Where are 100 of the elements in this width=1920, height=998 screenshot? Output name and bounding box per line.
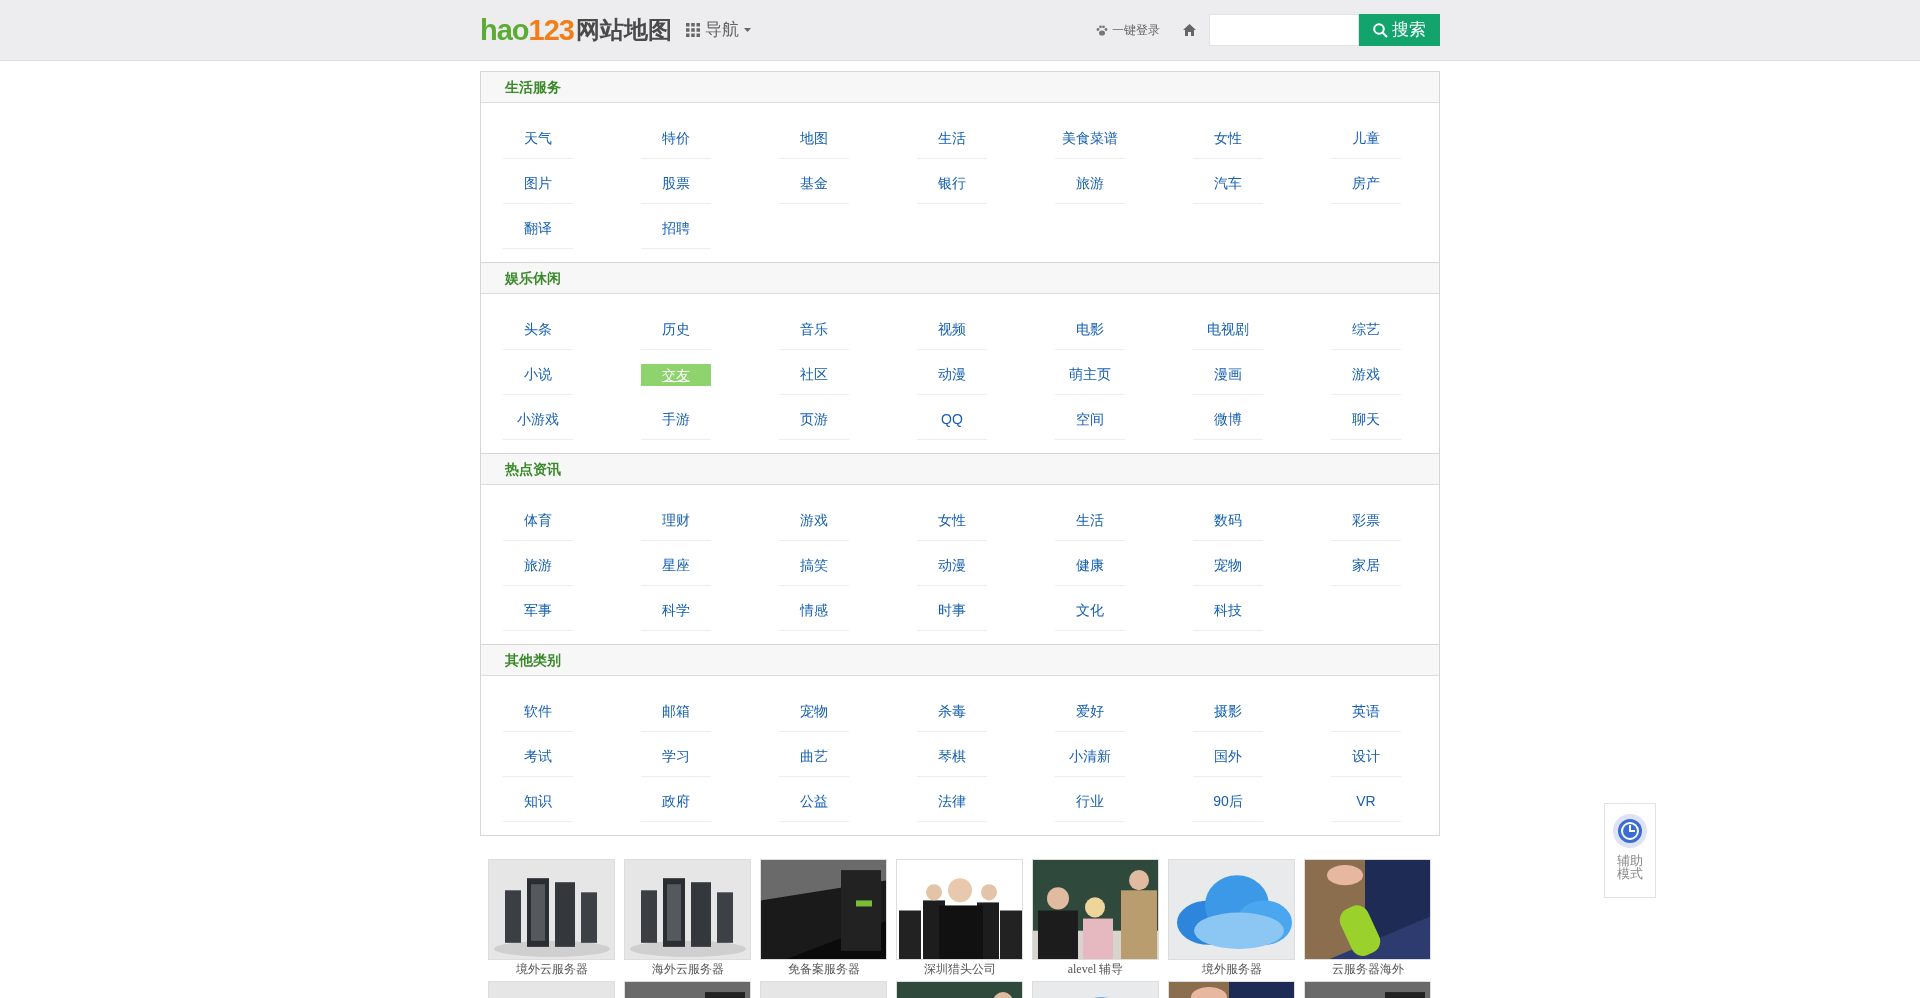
paw-icon: [1096, 24, 1108, 36]
section-title: 生活服务: [505, 77, 561, 97]
category-link[interactable]: 音乐: [779, 310, 849, 350]
category-link[interactable]: 设计: [1331, 737, 1401, 777]
category-link[interactable]: 政府: [641, 782, 711, 822]
ad-caption[interactable]: 海外云服务器: [651, 961, 724, 977]
section-title: 其他类别: [505, 650, 561, 670]
category-link[interactable]: 旅游: [503, 546, 573, 586]
category-link[interactable]: 空间: [1055, 400, 1125, 440]
category-link[interactable]: 动漫: [917, 355, 987, 395]
category-link[interactable]: 软件: [503, 692, 573, 732]
category-link[interactable]: 体育: [503, 501, 573, 541]
category-link[interactable]: 美食菜谱: [1055, 119, 1125, 159]
category-link[interactable]: 翻译: [503, 209, 573, 249]
category-link[interactable]: 邮箱: [641, 692, 711, 732]
clock-icon: [1613, 814, 1647, 848]
category-link[interactable]: 家居: [1331, 546, 1401, 586]
category-link[interactable]: 汽车: [1193, 164, 1263, 204]
section-title: 娱乐休闲: [505, 268, 561, 288]
nav-menu-button[interactable]: 导航: [685, 17, 751, 43]
category-link[interactable]: 女性: [917, 501, 987, 541]
category-link[interactable]: 电视剧: [1193, 310, 1263, 350]
category-link[interactable]: 科技: [1193, 591, 1263, 631]
category-link[interactable]: 儿童: [1331, 119, 1401, 159]
category-link[interactable]: 微博: [1193, 400, 1263, 440]
category-link[interactable]: 生活: [917, 119, 987, 159]
category-link[interactable]: 考试: [503, 737, 573, 777]
category-link[interactable]: 股票: [641, 164, 711, 204]
category-link[interactable]: 宠物: [1193, 546, 1263, 586]
category-link[interactable]: 行业: [1055, 782, 1125, 822]
category-link[interactable]: 银行: [917, 164, 987, 204]
category-link[interactable]: 天气: [503, 119, 573, 159]
category-link[interactable]: 社区: [779, 355, 849, 395]
category-link[interactable]: 萌主页: [1055, 355, 1125, 395]
category-link[interactable]: 房产: [1331, 164, 1401, 204]
category-link[interactable]: 小说: [503, 355, 573, 395]
ad-caption[interactable]: 境外服务器: [1201, 961, 1262, 977]
category-link[interactable]: 特价: [641, 119, 711, 159]
category-link[interactable]: 理财: [641, 501, 711, 541]
category-link[interactable]: 琴棋: [917, 737, 987, 777]
home-icon[interactable]: [1183, 24, 1196, 36]
category-link[interactable]: VR: [1331, 782, 1401, 822]
category-link[interactable]: 摄影: [1193, 692, 1263, 732]
category-link[interactable]: 聊天: [1331, 400, 1401, 440]
category-link[interactable]: 基金: [779, 164, 849, 204]
category-link[interactable]: 头条: [503, 310, 573, 350]
category-link[interactable]: 动漫: [917, 546, 987, 586]
category-link[interactable]: 知识: [503, 782, 573, 822]
category-link[interactable]: 旅游: [1055, 164, 1125, 204]
login-link[interactable]: 一键登录: [1096, 21, 1160, 39]
category-link[interactable]: 漫画: [1193, 355, 1263, 395]
category-link[interactable]: 游戏: [1331, 355, 1401, 395]
category-link[interactable]: 地图: [779, 119, 849, 159]
category-link[interactable]: 女性: [1193, 119, 1263, 159]
section-title: 热点资讯: [505, 459, 561, 479]
category-link[interactable]: 招聘: [641, 209, 711, 249]
category-link[interactable]: 星座: [641, 546, 711, 586]
category-link[interactable]: 电影: [1055, 310, 1125, 350]
category-link[interactable]: 游戏: [779, 501, 849, 541]
category-link[interactable]: 曲艺: [779, 737, 849, 777]
search-field[interactable]: [1209, 14, 1359, 46]
category-link[interactable]: 法律: [917, 782, 987, 822]
search-icon: [1373, 22, 1388, 38]
category-link[interactable]: 学习: [641, 737, 711, 777]
category-link[interactable]: 历史: [641, 310, 711, 350]
ad-caption[interactable]: 境外云服务器: [515, 961, 588, 977]
category-link[interactable]: 情感: [779, 591, 849, 631]
caret-icon: [743, 28, 751, 32]
category-link[interactable]: 宠物: [779, 692, 849, 732]
category-link[interactable]: 手游: [641, 400, 711, 440]
category-link[interactable]: 时事: [917, 591, 987, 631]
category-link[interactable]: 杀毒: [917, 692, 987, 732]
grid-icon: [685, 23, 700, 37]
category-link[interactable]: 综艺: [1331, 310, 1401, 350]
accessibility-widget[interactable]: 辅助模式: [1604, 803, 1656, 898]
category-link[interactable]: 页游: [779, 400, 849, 440]
ad-caption[interactable]: 深圳猎头公司: [923, 961, 996, 977]
ad-caption[interactable]: 云服务器海外: [1331, 961, 1404, 977]
category-link[interactable]: 科学: [641, 591, 711, 631]
category-link[interactable]: 生活: [1055, 501, 1125, 541]
category-link[interactable]: 英语: [1331, 692, 1401, 732]
category-link[interactable]: 国外: [1193, 737, 1263, 777]
category-link[interactable]: QQ: [917, 400, 987, 440]
ad-caption[interactable]: 免备案服务器: [787, 961, 860, 977]
category-link[interactable]: 爱好: [1055, 692, 1125, 732]
category-link[interactable]: 彩票: [1331, 501, 1401, 541]
category-link[interactable]: 90后: [1193, 782, 1263, 822]
widget-label: 辅助模式: [1616, 854, 1644, 880]
category-link[interactable]: 小游戏: [503, 400, 573, 440]
category-link[interactable]: 数码: [1193, 501, 1263, 541]
category-link[interactable]: 文化: [1055, 591, 1125, 631]
category-link[interactable]: 健康: [1055, 546, 1125, 586]
category-link[interactable]: 图片: [503, 164, 573, 204]
ad-caption[interactable]: alevel 辅导: [1067, 961, 1124, 977]
category-link[interactable]: 搞笑: [779, 546, 849, 586]
category-link[interactable]: 军事: [503, 591, 573, 631]
page-title: 网站地图: [575, 18, 672, 42]
category-link[interactable]: 小清新: [1055, 737, 1125, 777]
category-link[interactable]: 公益: [779, 782, 849, 822]
category-link[interactable]: 视频: [917, 310, 987, 350]
